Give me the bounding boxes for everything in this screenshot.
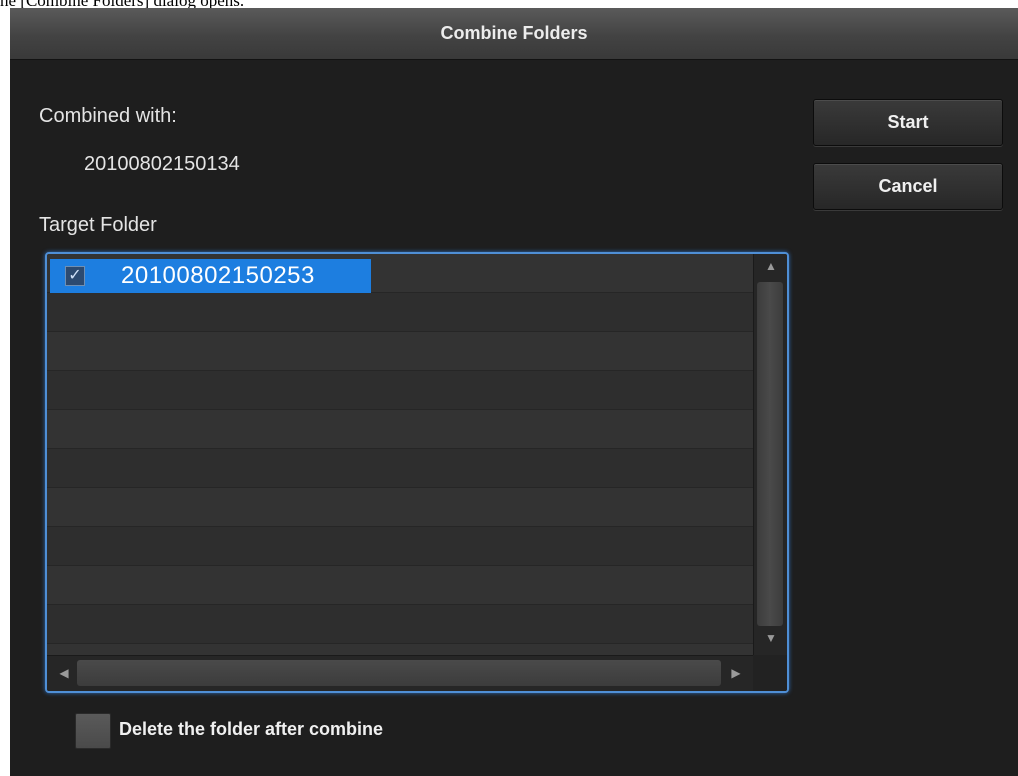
list-row [47,527,753,566]
list-row [47,644,753,655]
list-row [47,449,753,488]
list-row [47,605,753,644]
horizontal-scroll-thumb[interactable] [77,660,721,686]
list-row [47,293,753,332]
list-item-label: 20100802150253 [121,262,315,289]
target-folder-list[interactable]: ✓ 20100802150253 ▲ ▼ ◀ ▶ [45,252,789,693]
combined-with-value: 20100802150134 [84,153,240,175]
list-row [47,410,753,449]
list-item-selected[interactable]: ✓ 20100802150253 [50,259,371,293]
horizontal-scrollbar[interactable]: ◀ ▶ [47,655,753,691]
list-row [47,488,753,527]
combined-with-label: Combined with: [39,105,177,127]
combine-folders-dialog: Combine Folders Combined with: 201008021… [10,8,1018,776]
vertical-scrollbar[interactable]: ▲ ▼ [753,254,787,655]
scroll-right-arrow-icon[interactable]: ▶ [719,666,753,680]
item-checkbox[interactable]: ✓ [65,266,85,286]
start-button[interactable]: Start [813,99,1003,146]
list-row [47,566,753,605]
checkmark-icon: ✓ [68,267,82,284]
delete-folder-label: Delete the folder after combine [119,719,384,739]
cancel-button[interactable]: Cancel [813,163,1003,210]
target-folder-label: Target Folder [39,214,157,236]
list-rows [47,254,753,655]
delete-folder-checkbox[interactable] [75,713,111,749]
scroll-down-arrow-icon[interactable]: ▼ [754,631,787,645]
scroll-left-arrow-icon[interactable]: ◀ [47,666,81,680]
dialog-title: Combine Folders [10,8,1018,60]
scroll-corner [753,655,787,691]
list-row [47,371,753,410]
vertical-scroll-thumb[interactable] [757,282,783,626]
list-row [47,332,753,371]
scroll-up-arrow-icon[interactable]: ▲ [754,259,787,273]
